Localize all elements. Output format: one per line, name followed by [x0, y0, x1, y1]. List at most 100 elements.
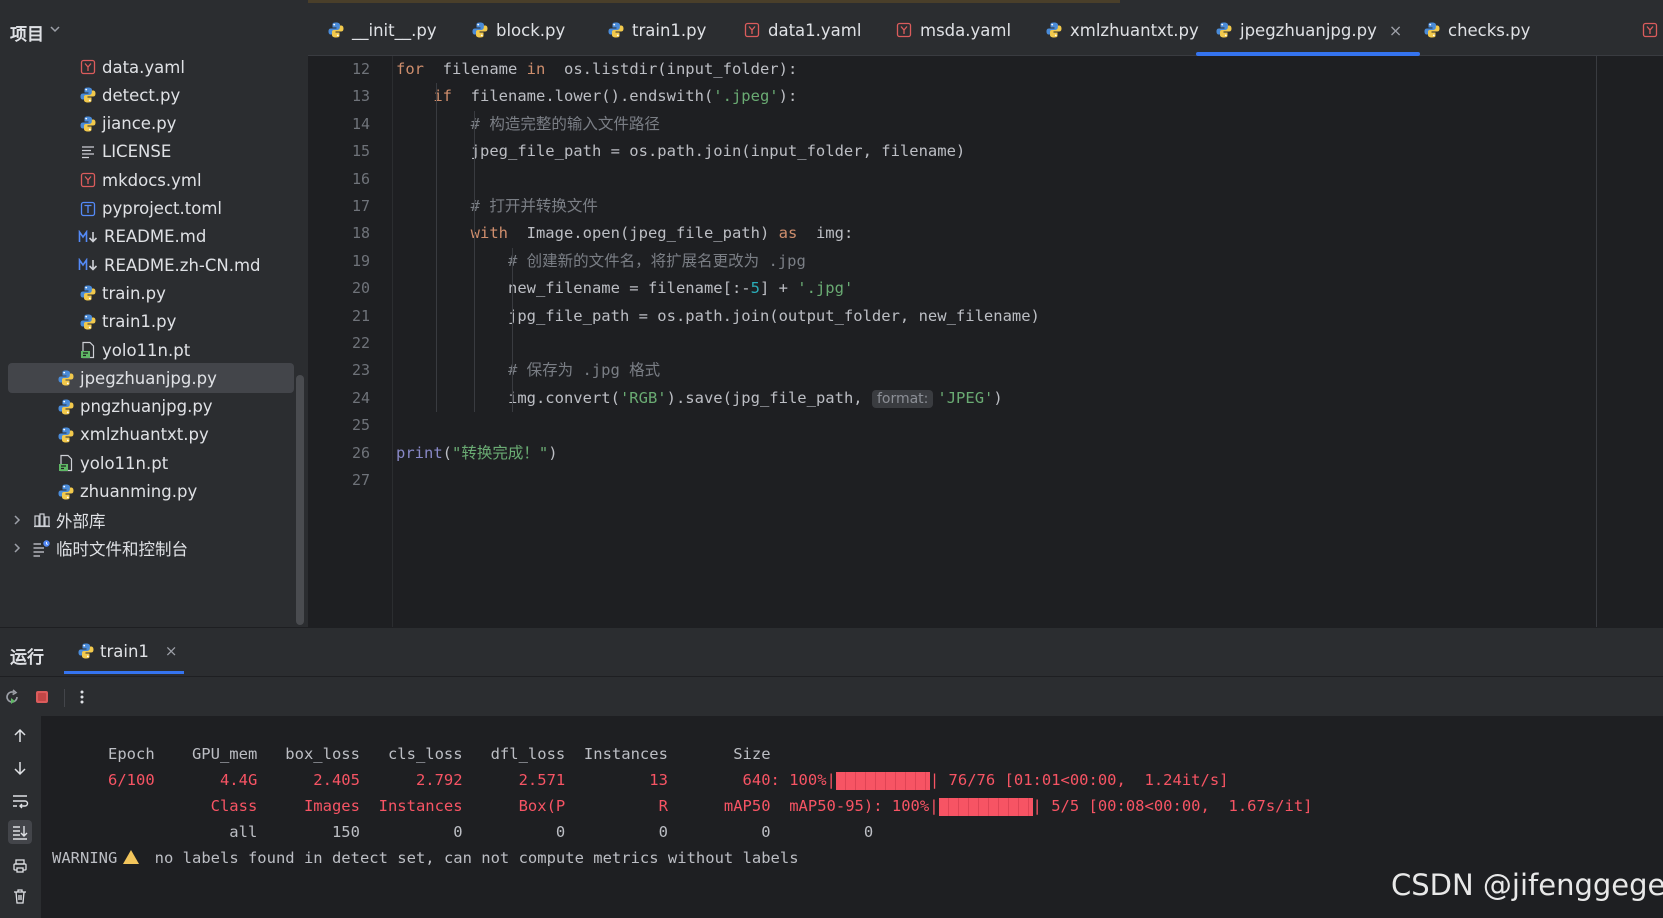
arrow-down-icon[interactable]	[8, 756, 32, 780]
tree-item[interactable]: README.zh-CN.md	[0, 250, 284, 280]
tree-item-label: xmlzhuantxt.py	[80, 425, 209, 445]
console-result-line: all 150 0 0 0 0 0	[52, 823, 874, 841]
code-token: in	[526, 60, 546, 78]
line-number: 14	[351, 114, 370, 133]
tab-jpegzhuanjpg-py[interactable]: jpegzhuanjpg.py ×	[1196, 4, 1421, 56]
tree-item[interactable]: yolo11n.pt	[0, 335, 284, 365]
tab-label: msda.yaml	[920, 20, 1012, 40]
arrow-up-icon[interactable]	[8, 724, 32, 748]
code-token: Image.open(jpeg_file_path)	[507, 224, 779, 243]
tree-item[interactable]: 外部库	[0, 505, 284, 535]
code-token: img.convert(	[396, 388, 620, 407]
line-number: 17	[351, 197, 370, 215]
code-token: 'RGB'	[619, 388, 667, 407]
tree-item[interactable]: train1.py	[0, 307, 284, 337]
code-line: # 创建新的文件名，将扩展名更改为 .jpg	[396, 248, 806, 275]
tree-item[interactable]: yolo11n.pt	[0, 448, 284, 478]
tab-train1-py[interactable]: train1.py	[588, 4, 724, 56]
line-number: 15	[351, 142, 370, 161]
binary-file-icon	[56, 453, 76, 473]
code-token: (	[442, 443, 453, 462]
soft-wrap-icon[interactable]	[8, 789, 32, 813]
code-line: jpeg_file_path = os.path.join(input_fold…	[396, 138, 966, 165]
yaml-icon	[894, 20, 914, 40]
watermark: CSDN @jifenggege	[1391, 868, 1663, 902]
tree-item[interactable]: detect.py	[0, 80, 284, 110]
tab--init-py[interactable]: __init__.py	[308, 4, 455, 56]
project-panel-title[interactable]: 项目	[10, 20, 44, 45]
tree-item[interactable]: mkdocs.yml	[0, 165, 284, 195]
trash-icon[interactable]	[8, 884, 32, 908]
sidebar-scrollbar[interactable]	[296, 375, 304, 625]
tree-item[interactable]: 临时文件和控制台	[0, 533, 284, 563]
stop-icon[interactable]	[32, 687, 52, 707]
tree-item[interactable]: LICENSE	[0, 137, 284, 167]
line-number: 24	[351, 388, 370, 407]
validation-progress-bar	[938, 797, 1033, 816]
warning-icon	[123, 850, 140, 864]
tab-msda-yaml[interactable]: msda.yaml	[876, 4, 1029, 56]
more-options-icon[interactable]	[72, 687, 92, 707]
python-icon	[1422, 20, 1442, 40]
tree-item[interactable]: pngzhuanjpg.py	[0, 392, 284, 422]
tree-item-label: pyproject.toml	[102, 199, 222, 218]
code-token: ).save(jpg_file_path,	[666, 388, 872, 407]
code-line: jpg_file_path = os.path.join(output_fold…	[396, 303, 1040, 330]
code-line: print("转换完成！")	[396, 440, 558, 467]
tab-xmlzhuantxt-py[interactable]: xmlzhuantxt.py	[1026, 4, 1217, 56]
tree-item[interactable]: zhuanming.py	[0, 477, 284, 507]
tree-item[interactable]: data.yaml	[0, 52, 284, 82]
run-tab-train1[interactable]: train1 ×	[64, 628, 184, 674]
tree-item[interactable]: README.md	[0, 222, 284, 252]
tree-item[interactable]: jpegzhuanjpg.py	[8, 363, 294, 394]
code-token: '.jpeg'	[713, 87, 779, 106]
code-token: # 构造完整的输入文件路径	[470, 114, 660, 133]
chevron-right-icon[interactable]	[10, 541, 24, 555]
code-token: new_filename = filename[:-	[396, 279, 751, 298]
close-icon[interactable]: ×	[1389, 21, 1402, 40]
tab-label: data1.yaml	[768, 20, 862, 40]
line-number: 20	[351, 279, 370, 298]
tab-data1-yaml[interactable]: data1.yaml	[724, 4, 879, 56]
tree-item[interactable]: jiance.py	[0, 109, 284, 139]
yaml-icon	[78, 57, 98, 77]
rerun-icon[interactable]	[2, 687, 22, 707]
tree-item[interactable]: pyproject.toml	[0, 194, 284, 224]
scroll-to-end-icon[interactable]	[8, 820, 32, 844]
tree-item-label: detect.py	[102, 85, 181, 105]
close-icon[interactable]: ×	[165, 642, 178, 660]
tab-label: __init__.py	[352, 20, 437, 40]
yaml-icon[interactable]	[1642, 20, 1662, 40]
code-editor[interactable]: 12 13 14 15 16 17 18 19 20 21 22 23 24 25 26 27 for fil…	[308, 56, 1663, 627]
line-number: 25	[351, 416, 370, 435]
tree-item-label: 临时文件和控制台	[56, 540, 188, 560]
tree-item[interactable]: xmlzhuantxt.py	[0, 420, 284, 450]
code-token: 'JPEG'	[937, 388, 994, 407]
tab-checks-py[interactable]: checks.py	[1404, 4, 1548, 56]
print-icon[interactable]	[8, 854, 32, 878]
tree-item-label: train.py	[102, 283, 166, 303]
tab-block-py[interactable]: block.py	[452, 4, 583, 56]
parameter-hint: format:	[871, 389, 934, 408]
line-number: 27	[351, 471, 370, 489]
code-token: jpg_file_path = os.path.join(output_fold…	[396, 306, 1040, 325]
code-token: # 创建新的文件名，将扩展名更改为 .jpg	[507, 251, 806, 270]
line-number-gutter: 12 13 14 15 16 17 18 19 20 21 22 23 24 25 26 27	[308, 56, 392, 627]
project-panel: 项目 data.yaml detect.py jiance.py LICENSE mkd…	[0, 0, 308, 627]
toml-icon	[78, 199, 98, 219]
tree-item-label: pngzhuanjpg.py	[80, 397, 213, 417]
tree-item[interactable]: train.py	[0, 278, 284, 308]
tree-item-label: README.md	[104, 227, 207, 247]
code-line: img.convert('RGB').save(jpg_file_path, f…	[396, 385, 1003, 412]
chevron-down-icon[interactable]	[48, 22, 62, 36]
tree-item-label: LICENSE	[102, 142, 172, 162]
code-line: if filename.lower().endswith('.jpeg'):	[396, 83, 797, 110]
chevron-right-icon[interactable]	[10, 513, 24, 527]
code-token: 5	[750, 279, 760, 298]
code-token: ):	[778, 87, 798, 106]
python-icon	[78, 85, 98, 105]
python-icon	[78, 312, 98, 332]
